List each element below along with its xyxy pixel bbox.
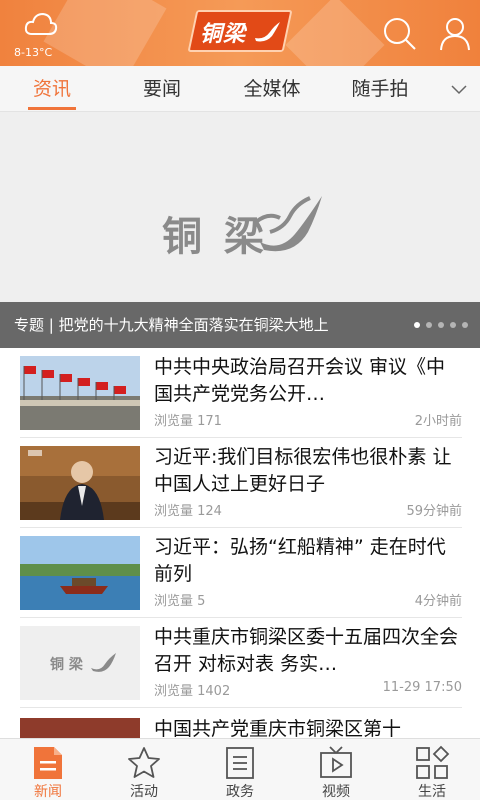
weather-widget[interactable]: 8-13°C xyxy=(14,8,74,60)
tab-headlines[interactable]: 要闻 xyxy=(132,66,192,112)
star-icon xyxy=(128,747,160,778)
header-decoration xyxy=(285,0,385,66)
news-item[interactable]: 中国共产党重庆市铜梁区第十 xyxy=(20,710,462,738)
nav-label: 生活 xyxy=(418,784,446,800)
news-title: 习近平:我们目标很宏伟也很朴素 让中国人过上更好日子 xyxy=(154,446,452,495)
user-icon xyxy=(440,18,470,51)
active-tab-indicator xyxy=(28,107,76,110)
app-logo: 铜梁 xyxy=(187,10,293,52)
news-list: 中共中央政治局召开会议 审议《中国共产党党务公开… 浏览量 171 2小时前 习… xyxy=(0,348,480,738)
nav-life[interactable]: 生活 xyxy=(384,739,480,800)
search-icon xyxy=(384,18,416,50)
news-time: 59分钟前 xyxy=(406,504,462,519)
profile-button[interactable] xyxy=(436,14,474,52)
news-time: 11-29 17:50 xyxy=(382,680,462,695)
news-time: 4分钟前 xyxy=(414,594,462,609)
news-item[interactable]: 习近平：弘扬“红船精神” 走在时代前列 浏览量 5 4分钟前 xyxy=(20,528,462,618)
tab-news[interactable]: 资讯 xyxy=(22,66,82,112)
news-thumbnail xyxy=(20,536,140,610)
carousel-dot[interactable] xyxy=(426,322,432,328)
tv-play-icon xyxy=(320,746,352,778)
news-views: 浏览量 124 xyxy=(154,504,222,519)
news-thumbnail: 铜 梁 xyxy=(20,626,140,700)
news-title: 中共重庆市铜梁区委十五届四次全会召开 对标对表 务实… xyxy=(154,626,459,675)
cloud-icon xyxy=(24,12,58,35)
news-title: 习近平：弘扬“红船精神” 走在时代前列 xyxy=(154,536,446,585)
carousel-dot[interactable] xyxy=(438,322,444,328)
news-thumbnail xyxy=(20,356,140,430)
tab-all-media[interactable]: 全媒体 xyxy=(232,66,312,112)
news-title: 中国共产党重庆市铜梁区第十 xyxy=(154,718,402,738)
search-button[interactable] xyxy=(380,14,418,52)
nav-news[interactable]: 新闻 xyxy=(0,739,96,800)
news-views: 浏览量 5 xyxy=(154,594,206,609)
carousel-dots xyxy=(414,322,474,330)
news-views: 浏览量 171 xyxy=(154,414,222,429)
logo-text: 铜梁 xyxy=(200,22,247,47)
carousel-dot[interactable] xyxy=(462,322,468,328)
category-tabs: 资讯 要闻 全媒体 随手拍 xyxy=(0,66,480,112)
carousel-dot[interactable] xyxy=(450,322,456,328)
chevron-down-icon xyxy=(451,85,467,95)
news-views: 浏览量 1402 xyxy=(154,684,231,699)
document-icon xyxy=(226,747,254,779)
more-tabs-button[interactable] xyxy=(446,76,472,102)
news-thumbnail xyxy=(20,446,140,520)
banner-caption-bar: 专题 | 把党的十九大精神全面落实在铜梁大地上 xyxy=(0,302,480,348)
banner-caption: 专题 | 把党的十九大精神全面落实在铜梁大地上 xyxy=(14,316,329,334)
dragon-logo-icon xyxy=(91,653,116,672)
carousel-dot[interactable] xyxy=(414,322,420,328)
nav-government[interactable]: 政务 xyxy=(192,739,288,800)
nav-activities[interactable]: 活动 xyxy=(96,739,192,800)
banner-logo: 铜 梁 xyxy=(162,182,332,262)
news-item[interactable]: 习近平:我们目标很宏伟也很朴素 让中国人过上更好日子 浏览量 124 59分钟前 xyxy=(20,438,462,528)
news-title: 中共中央政治局召开会议 审议《中国共产党党务公开… xyxy=(154,356,446,405)
dragon-logo-icon xyxy=(255,22,280,42)
news-item[interactable]: 铜 梁 中共重庆市铜梁区委十五届四次全会召开 对标对表 务实… 浏览量 1402… xyxy=(20,618,462,708)
nav-label: 新闻 xyxy=(34,784,62,800)
tab-snapshot[interactable]: 随手拍 xyxy=(340,66,420,112)
news-time: 2小时前 xyxy=(414,414,462,429)
grid-icon xyxy=(416,745,450,779)
thumbnail-logo-text: 铜 梁 xyxy=(50,657,83,673)
nav-label: 活动 xyxy=(130,784,158,800)
news-icon xyxy=(34,747,62,779)
nav-label: 视频 xyxy=(322,784,350,800)
dragon-logo-icon xyxy=(254,196,322,252)
nav-label: 政务 xyxy=(226,784,254,800)
app-header: 8-13°C 铜梁 xyxy=(0,0,480,66)
temperature-text: 8-13°C xyxy=(14,46,53,59)
news-item[interactable]: 中共中央政治局召开会议 审议《中国共产党党务公开… 浏览量 171 2小时前 xyxy=(20,348,462,438)
featured-banner[interactable]: 铜 梁 专题 | 把党的十九大精神全面落实在铜梁大地上 xyxy=(0,112,480,348)
nav-video[interactable]: 视频 xyxy=(288,739,384,800)
news-thumbnail xyxy=(20,718,140,738)
bottom-navigation: 新闻 活动 政务 视频 生活 xyxy=(0,738,480,800)
